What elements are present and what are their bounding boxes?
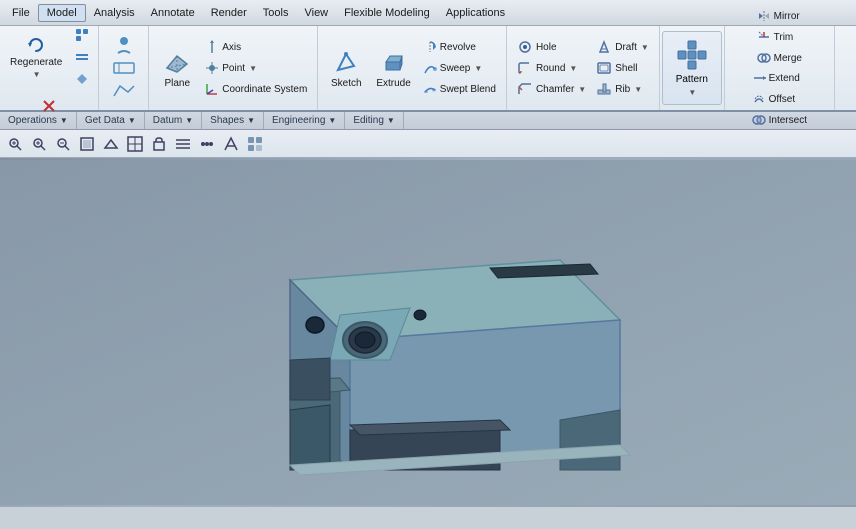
rib-button[interactable]: Rib ▼ (592, 79, 653, 99)
datum-group: Plane Axis Point ▼ Coordinate System (149, 26, 318, 110)
revolve-button[interactable]: Revolve (419, 37, 500, 57)
ops-btn-1[interactable] (70, 25, 94, 45)
get-data-btn-2[interactable] (108, 58, 140, 78)
get-data-group (99, 26, 149, 110)
swept-blend-button[interactable]: Swept Blend (419, 79, 500, 99)
more-btn-3[interactable] (220, 133, 242, 155)
engineering-col: Hole Round ▼ Chamfer ▼ (513, 37, 590, 99)
sketch-button[interactable]: Sketch (324, 31, 368, 105)
perspective-button[interactable] (100, 133, 122, 155)
trim-button[interactable]: Trim (753, 27, 806, 47)
get-data-dropdown-icon[interactable]: ▼ (128, 116, 136, 125)
coord-system-button[interactable]: Coordinate System (201, 79, 311, 99)
section-shapes[interactable]: Shapes ▼ (202, 112, 264, 129)
round-button[interactable]: Round ▼ (513, 58, 590, 78)
regenerate-dropdown[interactable]: ▼ (33, 70, 41, 79)
shapes-sub-col: Revolve Sweep ▼ Swept Blend (419, 37, 500, 99)
menu-flexible-modeling[interactable]: Flexible Modeling (336, 5, 438, 21)
section-engineering[interactable]: Engineering ▼ (264, 112, 345, 129)
mirror-button[interactable]: Mirror (753, 6, 806, 26)
ops-btn-3[interactable] (70, 69, 94, 89)
editing-col2: Extend Offset Intersect (748, 68, 811, 130)
ribbon: Regenerate ▼ (0, 26, 856, 112)
datum-dropdown-icon[interactable]: ▼ (185, 116, 193, 125)
plane-button[interactable]: Plane (155, 31, 199, 105)
close-button[interactable] (38, 96, 60, 116)
operations-dropdown-icon[interactable]: ▼ (60, 116, 68, 125)
draft-button[interactable]: Draft ▼ (592, 37, 653, 57)
editing-group: Mirror Trim Merge Extend Offset Int (725, 26, 835, 110)
engineering-dropdown-icon[interactable]: ▼ (328, 116, 336, 125)
section-get-data[interactable]: Get Data ▼ (77, 112, 145, 129)
extrude-button[interactable]: Extrude (370, 31, 416, 105)
more-btn-2[interactable] (196, 133, 218, 155)
ops-btn-2[interactable] (70, 47, 94, 67)
intersect-button[interactable]: Intersect (748, 110, 811, 130)
section-labels-bar: Operations ▼ Get Data ▼ Datum ▼ Shapes ▼… (0, 112, 856, 130)
zoom-all-button[interactable] (4, 133, 26, 155)
pattern-button[interactable]: Pattern ▼ (662, 31, 722, 105)
shapes-group: Sketch Extrude Revolve Sweep ▼ Swept Bl (318, 26, 507, 110)
menu-tools[interactable]: Tools (255, 5, 297, 21)
more-btn-1[interactable] (172, 133, 194, 155)
merge-button[interactable]: Merge (753, 48, 806, 68)
chamfer-button[interactable]: Chamfer ▼ (513, 79, 590, 99)
editing-dropdown-icon[interactable]: ▼ (387, 116, 395, 125)
menu-analysis[interactable]: Analysis (86, 5, 143, 21)
regenerate-button[interactable]: Regenerate ▼ (4, 20, 68, 94)
menu-model[interactable]: Model (38, 4, 86, 22)
3d-part-view (0, 158, 856, 507)
viewport[interactable] (0, 158, 856, 507)
datum-sub-col: Axis Point ▼ Coordinate System (201, 37, 311, 99)
menu-render[interactable]: Render (203, 5, 255, 21)
hole-button[interactable]: Hole (513, 37, 590, 57)
orient-button[interactable] (124, 133, 146, 155)
refit-button[interactable] (76, 133, 98, 155)
get-data-btn-1[interactable] (108, 35, 140, 55)
extend-button[interactable]: Extend (748, 68, 811, 88)
section-editing[interactable]: Editing ▼ (345, 112, 404, 129)
zoom-out-button[interactable] (52, 133, 74, 155)
zoom-in-button[interactable] (28, 133, 50, 155)
offset-button[interactable]: Offset (748, 89, 811, 109)
get-data-btn-3[interactable] (108, 81, 140, 101)
menu-annotate[interactable]: Annotate (143, 5, 203, 21)
engineering-col2: Draft ▼ Shell Rib ▼ (592, 37, 653, 99)
section-datum[interactable]: Datum ▼ (145, 112, 202, 129)
menu-file[interactable]: File (4, 5, 38, 21)
axis-button[interactable]: Axis (201, 37, 311, 57)
point-button[interactable]: Point ▼ (201, 58, 311, 78)
pattern-group: Pattern ▼ (660, 26, 725, 110)
menu-applications[interactable]: Applications (438, 5, 513, 21)
sub-toolbar (0, 130, 856, 158)
regenerate-group: Regenerate ▼ (0, 26, 99, 110)
engineering-group: Hole Round ▼ Chamfer ▼ Draft ▼ Shell (507, 26, 660, 110)
editing-col1: Mirror Trim Merge (753, 6, 806, 68)
shell-button[interactable]: Shell (592, 58, 653, 78)
menu-bar: File Model Analysis Annotate Render Tool… (0, 0, 856, 26)
menu-view[interactable]: View (296, 5, 336, 21)
more-btn-4[interactable] (244, 133, 266, 155)
sweep-button[interactable]: Sweep ▼ (419, 58, 500, 78)
shapes-dropdown-icon[interactable]: ▼ (247, 116, 255, 125)
settings-button[interactable] (148, 133, 170, 155)
